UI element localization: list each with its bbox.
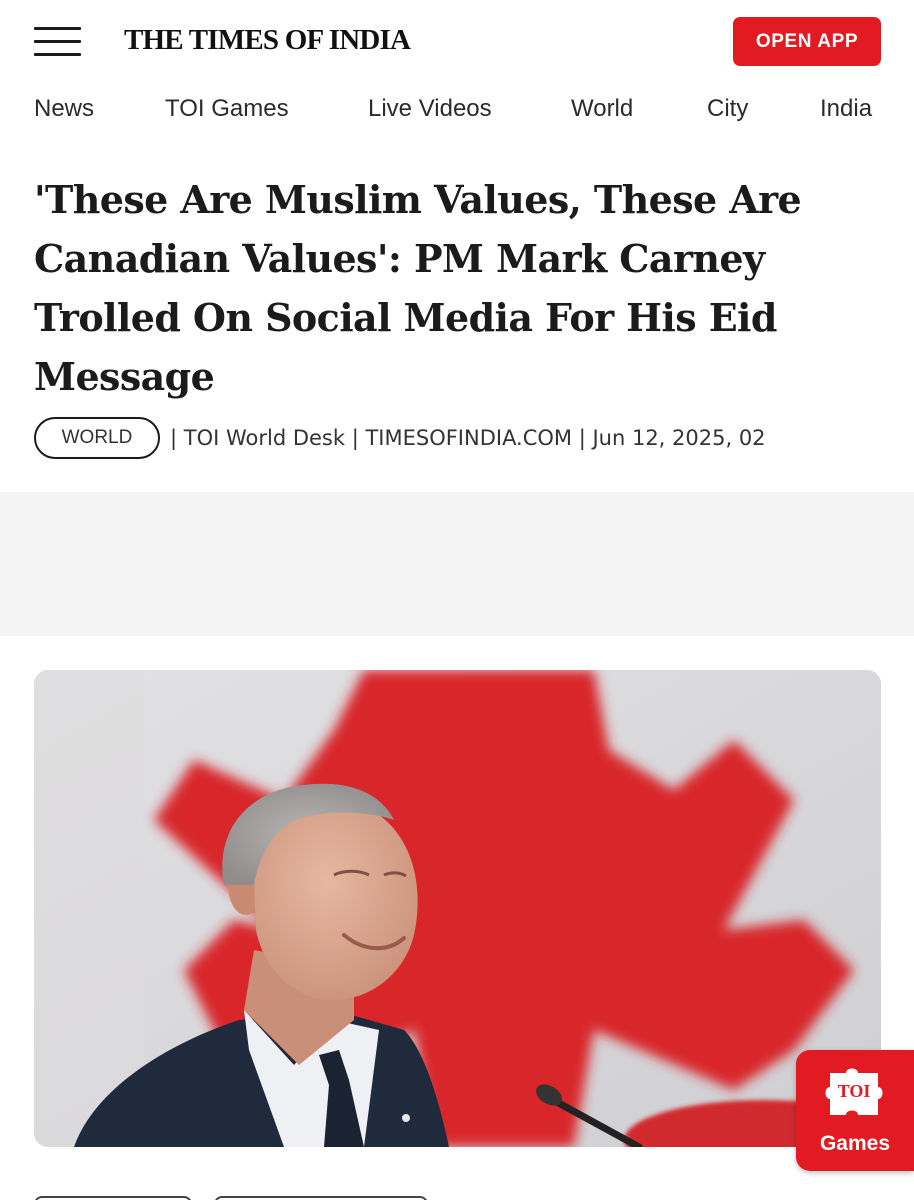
- nav-item-live-videos[interactable]: Live Videos: [368, 95, 492, 123]
- nav-item-news[interactable]: News: [34, 95, 94, 123]
- nav-item-toi-games[interactable]: TOI Games: [165, 95, 289, 123]
- puzzle-piece-icon: TOI: [824, 1067, 884, 1119]
- bottom-pill-2[interactable]: [214, 1196, 428, 1200]
- article-byline: WORLD | TOI World Desk | TIMESOFINDIA.CO…: [34, 417, 914, 459]
- nav-item-city[interactable]: City: [707, 95, 748, 123]
- nav-item-world[interactable]: World: [571, 95, 633, 123]
- hamburger-menu-icon[interactable]: [34, 27, 82, 57]
- article-hero-image[interactable]: [34, 670, 881, 1147]
- toi-games-floating-button[interactable]: TOI Games: [796, 1050, 914, 1171]
- ad-placeholder: [0, 492, 914, 636]
- nav-item-india[interactable]: India: [820, 95, 872, 123]
- section-nav: News TOI Games Live Videos World City In…: [0, 84, 914, 138]
- open-app-button[interactable]: OPEN APP: [733, 17, 881, 66]
- games-label: Games: [819, 1132, 891, 1155]
- bottom-pill-1[interactable]: [34, 1196, 192, 1200]
- toi-icon-text: TOI: [837, 1081, 871, 1101]
- byline-text: | TOI World Desk | TIMESOFINDIA.COM | Ju…: [170, 426, 766, 450]
- site-header: THE TIMES OF INDIA OPEN APP: [0, 0, 914, 84]
- category-badge[interactable]: WORLD: [34, 417, 160, 459]
- article-headline: 'These Are Muslim Values, These Are Cana…: [34, 177, 802, 399]
- site-logo[interactable]: THE TIMES OF INDIA: [124, 24, 411, 57]
